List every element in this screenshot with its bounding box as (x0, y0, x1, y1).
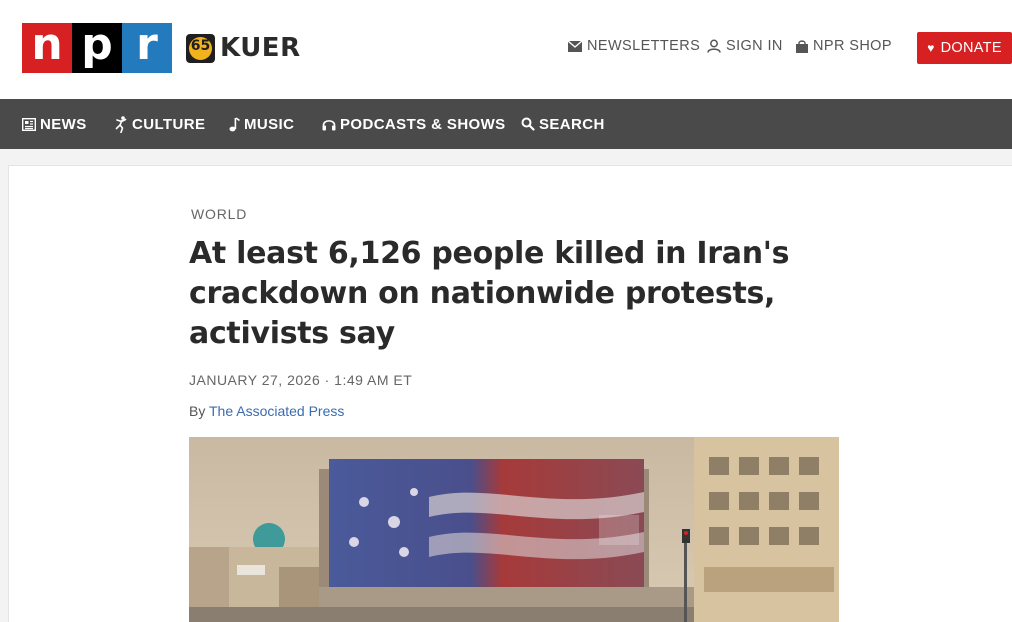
nav-item-search[interactable]: SEARCH (521, 99, 605, 149)
main-nav: NEWS CULTURE MUSIC PODCASTS & SHOWS SEAR… (0, 99, 1012, 149)
station-anniversary-badge: 65 (186, 33, 215, 63)
dancer-icon (115, 115, 127, 133)
newsletters-link[interactable]: NEWSLETTERS (568, 38, 700, 54)
npr-logo-letter-r: r (122, 20, 172, 73)
lead-photo-image (189, 437, 839, 622)
npr-shop-label: NPR SHOP (813, 38, 892, 54)
author-link[interactable]: The Associated Press (209, 403, 344, 419)
npr-logo-letter-p: p (72, 20, 122, 73)
station-badge-number: 65 (190, 37, 211, 54)
byline: By The Associated Press (189, 403, 344, 419)
station-name: KUER (220, 33, 301, 63)
npr-logo[interactable]: n p r (22, 20, 172, 73)
headphones-icon (322, 119, 336, 130)
lead-photo (189, 437, 839, 622)
npr-logo-letter-n: n (22, 20, 72, 73)
user-icon (707, 39, 721, 53)
byline-prefix: By (189, 403, 209, 419)
nav-news-label: NEWS (40, 115, 87, 133)
music-note-icon (229, 116, 240, 131)
nav-item-podcasts[interactable]: PODCASTS & SHOWS (322, 99, 506, 149)
nav-podcasts-label: PODCASTS & SHOWS (340, 115, 506, 133)
nav-music-label: MUSIC (244, 115, 295, 133)
section-label[interactable]: WORLD (191, 206, 247, 222)
nav-culture-label: CULTURE (132, 115, 206, 133)
envelope-icon (568, 40, 582, 52)
donate-label: DONATE (940, 40, 1002, 56)
nav-item-music[interactable]: MUSIC (229, 99, 294, 149)
nav-search-label: SEARCH (539, 115, 605, 133)
article-date: JANUARY 27, 2026 · 1:49 AM ET (189, 372, 413, 388)
heart-icon: ♥ (927, 41, 935, 55)
nav-item-culture[interactable]: CULTURE (114, 99, 205, 149)
sign-in-label: SIGN IN (726, 38, 783, 54)
shopping-bag-icon (796, 39, 808, 53)
nav-item-news[interactable]: NEWS (22, 99, 87, 149)
station-logo[interactable]: 65 KUER (186, 33, 301, 63)
sign-in-link[interactable]: SIGN IN (707, 38, 783, 54)
newsletters-label: NEWSLETTERS (587, 38, 701, 54)
newspaper-icon (22, 117, 36, 131)
search-icon (521, 117, 535, 131)
header: n p r 65 KUER NEWSLETTERS SIGN IN NPR SH… (0, 0, 1012, 99)
donate-button[interactable]: ♥ DONATE (917, 32, 1012, 64)
article-headline: At least 6,126 people killed in Iran's c… (189, 236, 790, 351)
npr-shop-link[interactable]: NPR SHOP (796, 38, 892, 54)
